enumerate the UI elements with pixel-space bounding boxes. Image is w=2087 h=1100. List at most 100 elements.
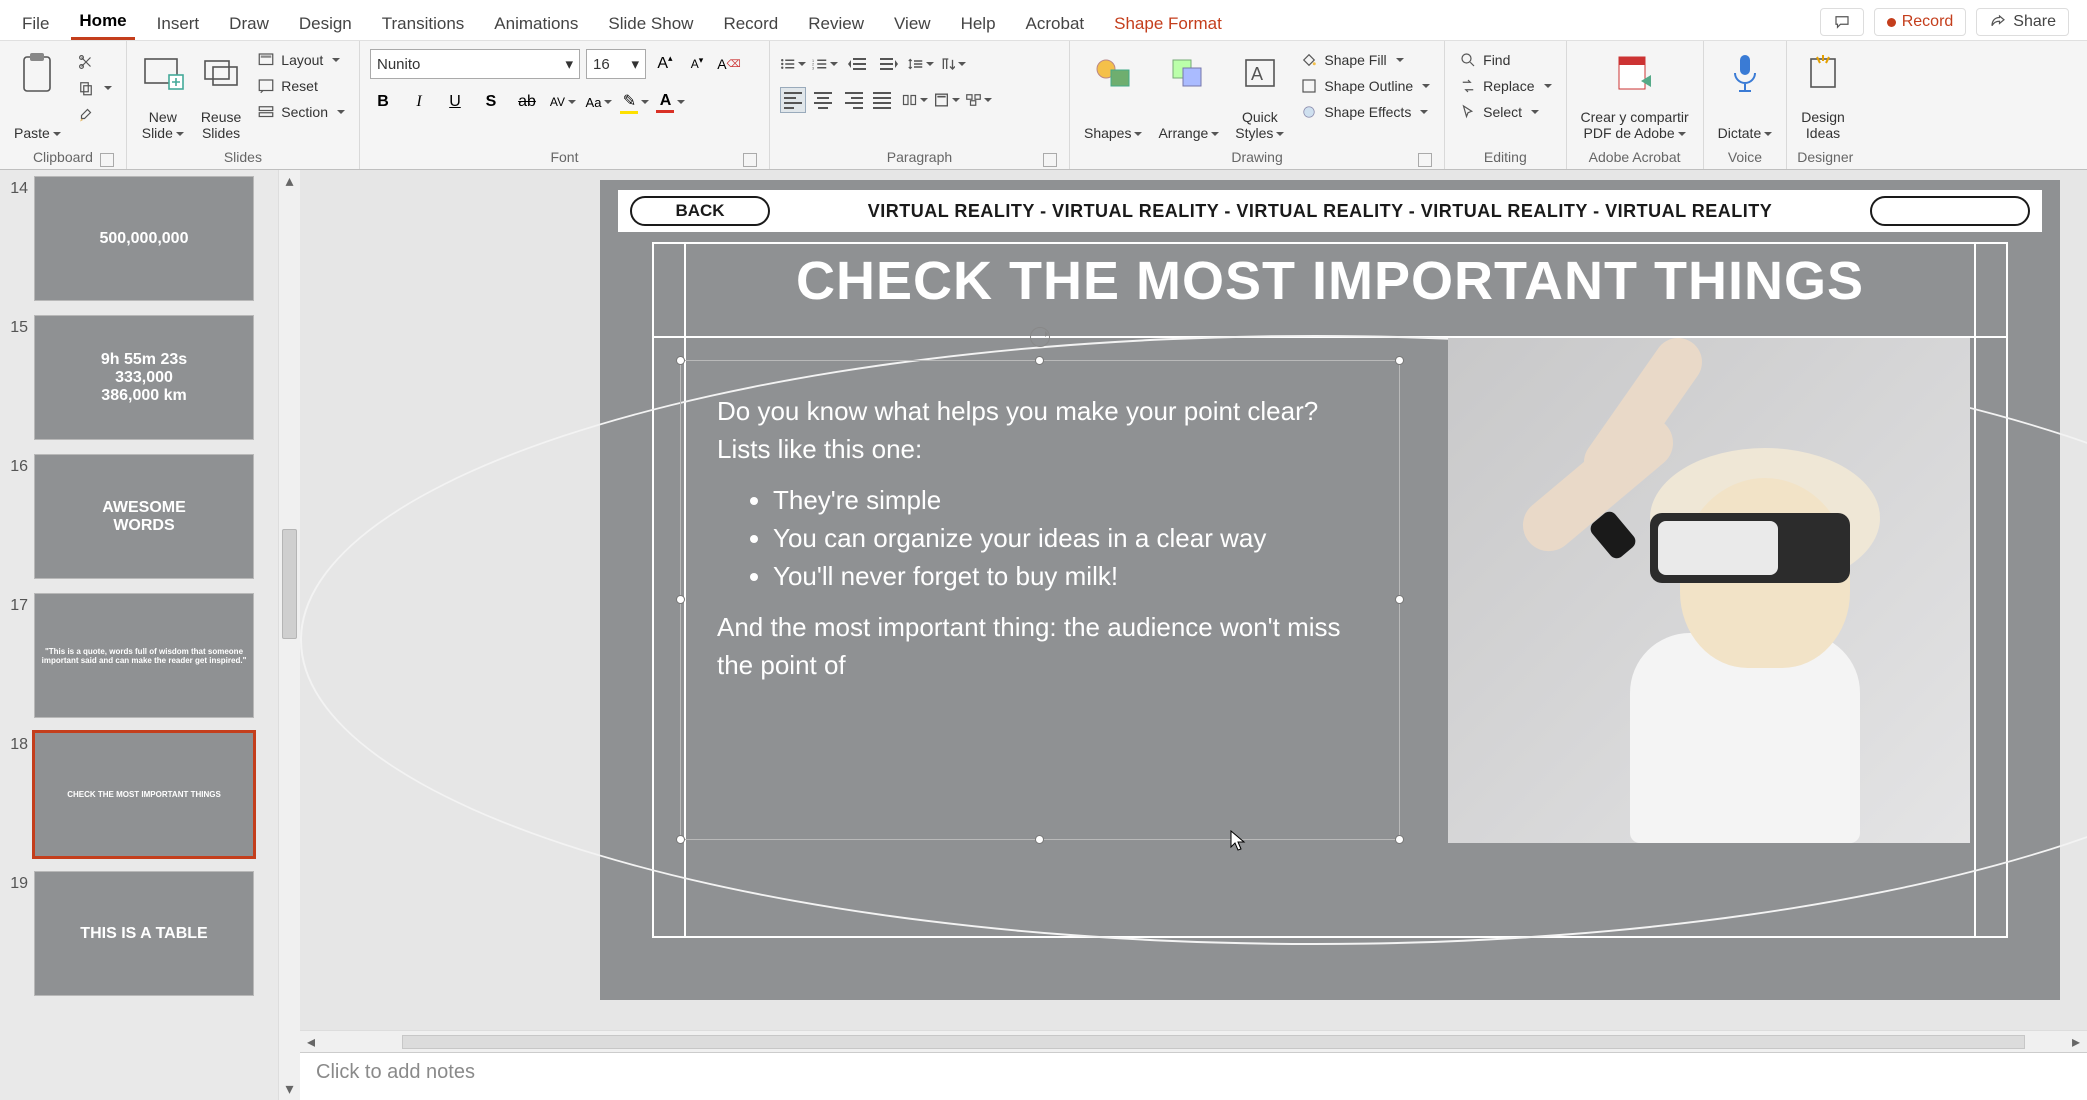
scroll-down-arrow[interactable]: ▾	[279, 1078, 300, 1100]
thumbnail-preview[interactable]: "This is a quote, words full of wisdom t…	[34, 593, 254, 718]
layout-button[interactable]: Layout	[253, 49, 349, 71]
select-button[interactable]: Select	[1455, 101, 1555, 123]
new-slide-button[interactable]: New Slide	[137, 45, 189, 145]
comments-button[interactable]	[1820, 8, 1864, 36]
arrange-button[interactable]: Arrange	[1154, 45, 1223, 145]
thumbnail-14[interactable]: 14500,000,000	[0, 170, 280, 309]
dictate-button[interactable]: Dictate	[1714, 45, 1777, 145]
scroll-up-arrow[interactable]: ▴	[279, 170, 300, 192]
find-button[interactable]: Find	[1455, 49, 1555, 71]
columns-button[interactable]	[902, 87, 928, 113]
resize-handle-ml[interactable]	[676, 595, 685, 604]
quick-styles-button[interactable]: A Quick Styles	[1231, 45, 1288, 145]
character-spacing-button[interactable]: AV	[550, 89, 576, 115]
resize-handle-tm[interactable]	[1035, 356, 1044, 365]
thumbnail-16[interactable]: 16AWESOME WORDS	[0, 448, 280, 587]
font-color-button[interactable]: A	[658, 89, 684, 115]
increase-font-button[interactable]: A▴	[652, 51, 678, 77]
justify-button[interactable]	[870, 87, 896, 113]
resize-handle-tr[interactable]	[1395, 356, 1404, 365]
slide-title[interactable]: CHECK THE MOST IMPORTANT THINGS	[652, 250, 2008, 312]
tab-transitions[interactable]: Transitions	[374, 8, 473, 40]
section-button[interactable]: Section	[253, 101, 349, 123]
tab-slideshow[interactable]: Slide Show	[600, 8, 701, 40]
reuse-slides-button[interactable]: Reuse Slides	[197, 45, 245, 145]
resize-handle-bm[interactable]	[1035, 835, 1044, 844]
strikethrough-button[interactable]: ab	[514, 89, 540, 115]
underline-button[interactable]: U	[442, 89, 468, 115]
increase-indent-button[interactable]	[876, 51, 902, 77]
textbox-content[interactable]: Do you know what helps you make your poi…	[681, 361, 1399, 717]
thumbnail-preview[interactable]: 500,000,000	[34, 176, 254, 301]
tab-help[interactable]: Help	[953, 8, 1004, 40]
tab-insert[interactable]: Insert	[149, 8, 208, 40]
vr-person-image[interactable]	[1448, 338, 1970, 843]
clipboard-launcher[interactable]	[100, 153, 114, 167]
canvas-wrap[interactable]: BACK VIRTUAL REALITY - VIRTUAL REALITY -…	[300, 170, 2087, 1030]
back-pill[interactable]: BACK	[630, 196, 770, 226]
content-textbox[interactable]: Do you know what helps you make your poi…	[680, 360, 1400, 840]
copy-button[interactable]	[73, 77, 116, 99]
thumbnail-15[interactable]: 159h 55m 23s 333,000 386,000 km	[0, 309, 280, 448]
tab-draw[interactable]: Draw	[221, 8, 277, 40]
tab-view[interactable]: View	[886, 8, 939, 40]
numbering-button[interactable]: 123	[812, 51, 838, 77]
resize-handle-tl[interactable]	[676, 356, 685, 365]
resize-handle-bl[interactable]	[676, 835, 685, 844]
shape-outline-button[interactable]: Shape Outline	[1296, 75, 1434, 97]
align-left-button[interactable]	[780, 87, 806, 113]
share-button[interactable]: Share	[1976, 8, 2069, 36]
resize-handle-mr[interactable]	[1395, 595, 1404, 604]
align-text-button[interactable]	[934, 87, 960, 113]
thumbnail-preview[interactable]: AWESOME WORDS	[34, 454, 254, 579]
decrease-indent-button[interactable]	[844, 51, 870, 77]
font-name-combo[interactable]: Nunito▾	[370, 49, 580, 79]
notes-pane[interactable]: Click to add notes	[300, 1052, 2087, 1100]
tab-animations[interactable]: Animations	[486, 8, 586, 40]
hscroll-left-arrow[interactable]: ◂	[300, 1032, 322, 1052]
record-button[interactable]: Record	[1874, 8, 1967, 36]
text-shadow-button[interactable]: S	[478, 89, 504, 115]
decrease-font-button[interactable]: A▾	[684, 51, 710, 77]
thumbnail-preview[interactable]: THIS IS A TABLE	[34, 871, 254, 996]
align-center-button[interactable]	[810, 87, 836, 113]
format-painter-button[interactable]	[73, 103, 116, 125]
align-right-button[interactable]	[840, 87, 866, 113]
rotate-handle[interactable]	[1030, 327, 1050, 347]
replace-button[interactable]: Replace	[1455, 75, 1555, 97]
thumbnail-list[interactable]: 14500,000,000159h 55m 23s 333,000 386,00…	[0, 170, 280, 1100]
horizontal-scrollbar[interactable]: ◂ ▸	[300, 1030, 2087, 1052]
scroll-handle[interactable]	[282, 529, 297, 639]
resize-handle-br[interactable]	[1395, 835, 1404, 844]
shape-fill-button[interactable]: Shape Fill	[1296, 49, 1434, 71]
smartart-button[interactable]	[966, 87, 992, 113]
highlight-button[interactable]: ✎	[622, 89, 648, 115]
paste-button[interactable]: Paste	[10, 45, 65, 145]
design-ideas-button[interactable]: Design Ideas	[1797, 45, 1849, 145]
text-direction-button[interactable]	[940, 51, 966, 77]
thumbnail-17[interactable]: 17"This is a quote, words full of wisdom…	[0, 587, 280, 726]
hscroll-handle[interactable]	[402, 1035, 2025, 1049]
thumbnail-19[interactable]: 19THIS IS A TABLE	[0, 865, 280, 1004]
tab-shape-format[interactable]: Shape Format	[1106, 8, 1230, 40]
paragraph-launcher[interactable]	[1043, 153, 1057, 167]
shape-effects-button[interactable]: Shape Effects	[1296, 101, 1434, 123]
drawing-launcher[interactable]	[1418, 153, 1432, 167]
font-launcher[interactable]	[743, 153, 757, 167]
font-size-combo[interactable]: 16▾	[586, 49, 646, 79]
thumbnail-preview[interactable]: 9h 55m 23s 333,000 386,000 km	[34, 315, 254, 440]
line-spacing-button[interactable]	[908, 51, 934, 77]
tab-acrobat[interactable]: Acrobat	[1018, 8, 1093, 40]
change-case-button[interactable]: Aa	[586, 89, 612, 115]
tab-home[interactable]: Home	[71, 5, 134, 40]
cut-button[interactable]	[73, 51, 116, 73]
tab-file[interactable]: File	[14, 8, 57, 40]
bullets-button[interactable]	[780, 51, 806, 77]
shapes-button[interactable]: Shapes	[1080, 45, 1146, 145]
reset-button[interactable]: Reset	[253, 75, 349, 97]
adobe-pdf-button[interactable]: Crear y compartir PDF de Adobe	[1577, 45, 1693, 145]
bold-button[interactable]: B	[370, 89, 396, 115]
thumbnail-18[interactable]: 18CHECK THE MOST IMPORTANT THINGS	[0, 726, 280, 865]
slide-canvas[interactable]: BACK VIRTUAL REALITY - VIRTUAL REALITY -…	[600, 180, 2060, 1000]
clear-formatting-button[interactable]: A⌫	[716, 51, 742, 77]
